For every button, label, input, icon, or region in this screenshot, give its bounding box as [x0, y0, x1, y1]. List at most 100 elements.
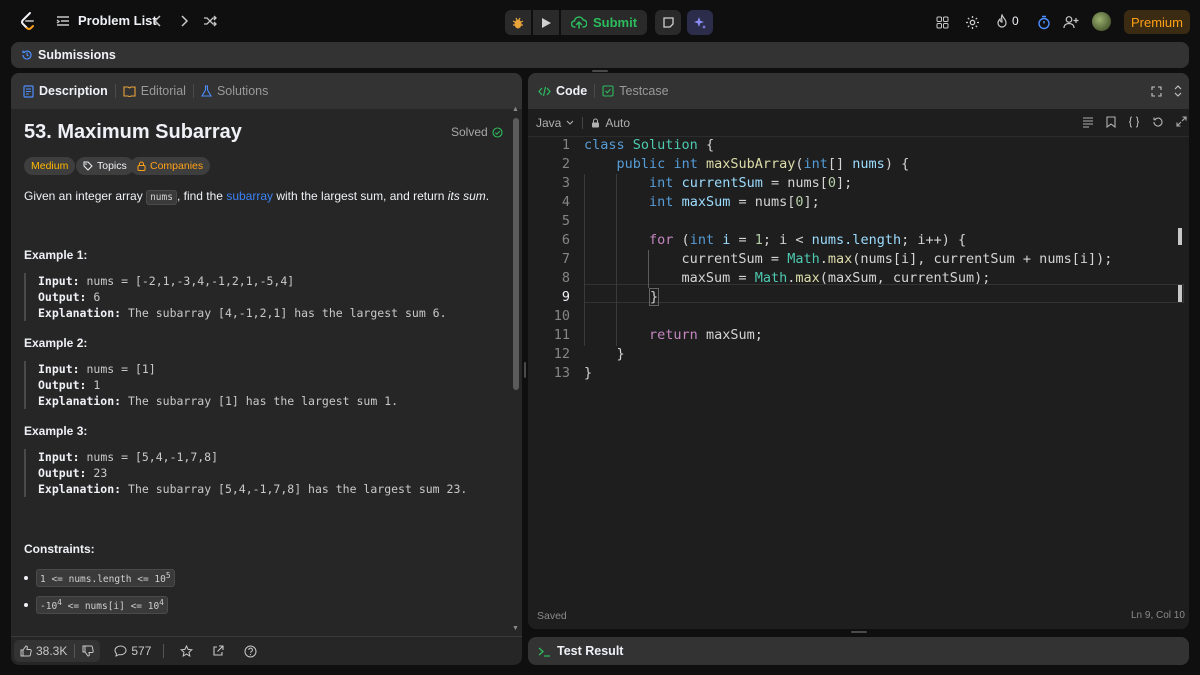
run-button[interactable] [533, 10, 559, 35]
streak-counter[interactable]: 0 [996, 14, 1019, 28]
line-number: 7 [561, 251, 570, 267]
tab-testcase[interactable]: Testcase [602, 84, 669, 98]
tab-divider [114, 84, 116, 98]
code-line: 3 int currentSum = nums[0]; [530, 174, 1180, 193]
panel-menu-button[interactable] [1172, 83, 1184, 99]
avatar[interactable] [1092, 12, 1111, 31]
ai-assist-button[interactable] [687, 10, 714, 35]
likes-count: 38.3K [36, 644, 68, 658]
premium-button[interactable]: Premium [1124, 10, 1190, 34]
flame-icon [997, 14, 1007, 28]
note-icon [662, 17, 674, 28]
timer-button[interactable] [1036, 14, 1052, 30]
bullet [24, 603, 28, 608]
stopwatch-icon [1038, 15, 1050, 29]
language-select[interactable]: Java [536, 116, 574, 130]
submissions-bar[interactable]: Submissions [11, 42, 1189, 68]
favorite-button[interactable] [176, 644, 196, 658]
tab-code[interactable]: Code [538, 84, 587, 98]
code-editor[interactable]: 1 class Solution { 2 public int maxSubArr… [530, 136, 1190, 596]
example-heading: Example 3: [24, 424, 88, 438]
leetcode-logo[interactable] [18, 11, 38, 31]
problem-list-button[interactable]: Problem List [56, 13, 157, 28]
inline-code: nums [146, 190, 177, 205]
line-number: 2 [561, 156, 570, 172]
layout-button[interactable] [934, 14, 950, 30]
reset-icon[interactable] [1152, 116, 1164, 128]
topics-tag[interactable]: Topics [76, 157, 134, 175]
code-line: 1 class Solution { [530, 136, 1180, 155]
scroll-down-arrow[interactable]: ▼ [512, 625, 519, 632]
code-icon [538, 86, 551, 96]
code-line: 4 int maxSum = nums[0]; [530, 193, 1180, 212]
cursor-position: Ln 9, Col 10 [1131, 610, 1185, 621]
next-problem-button[interactable] [176, 13, 192, 29]
comments-button[interactable]: 577 [114, 644, 151, 658]
thumbs-down-icon[interactable] [82, 645, 95, 657]
streak-count: 0 [1012, 14, 1019, 28]
line-number: 3 [561, 175, 570, 191]
vertical-resize-handle[interactable] [851, 631, 867, 633]
horizontal-resize-handle[interactable] [524, 362, 526, 378]
chevron-left-icon [153, 15, 161, 27]
gear-icon [965, 15, 979, 29]
constraint-text: <= nums[i] <= 10 [61, 601, 160, 613]
vertical-resize-handle[interactable] [592, 70, 608, 72]
scroll-up-arrow[interactable]: ▲ [512, 106, 519, 113]
tab-solutions[interactable]: Solutions [200, 84, 268, 98]
bullet [24, 576, 28, 581]
companies-tag[interactable]: Companies [130, 157, 211, 175]
run-submit-group: Submit [505, 10, 714, 35]
output-label: Output: [38, 290, 87, 304]
tab-editorial-label: Editorial [140, 84, 186, 98]
difficulty-badge[interactable]: Medium [24, 157, 76, 175]
help-button[interactable] [240, 645, 260, 658]
braces-icon[interactable] [1128, 116, 1140, 128]
auto-mode[interactable]: Auto [591, 116, 630, 130]
tab-description[interactable]: Description [23, 84, 108, 98]
layout-icon [936, 16, 948, 28]
description-scrollbar[interactable] [513, 118, 519, 390]
scroll-marker [1178, 228, 1182, 245]
output-label: Output: [38, 378, 87, 392]
history-icon [22, 50, 32, 60]
tab-editorial[interactable]: Editorial [123, 84, 186, 98]
input-label: Input: [38, 362, 80, 376]
submit-button[interactable]: Submit [561, 10, 648, 35]
divider [74, 644, 76, 658]
notes-button[interactable] [655, 10, 682, 35]
subarray-link[interactable]: subarray [226, 189, 273, 203]
tab-testcase-label: Testcase [619, 84, 669, 98]
code-text: int currentSum = nums[0]; [649, 175, 853, 191]
share-button[interactable] [208, 645, 228, 657]
maximize-icon [1150, 85, 1162, 97]
format-icon[interactable] [1082, 116, 1094, 128]
previous-problem-button[interactable] [150, 13, 166, 29]
thumbs-up-icon [20, 645, 32, 657]
random-problem-button[interactable] [202, 13, 218, 29]
example-input: nums = [5,4,-1,7,8] [86, 450, 219, 464]
check-circle-icon [492, 126, 503, 138]
divider [11, 636, 522, 637]
terminal-icon [538, 647, 550, 657]
chevron-down-icon [566, 120, 574, 125]
description-tabs: Description Editorial Solutions [11, 73, 522, 109]
topics-label: Topics [97, 160, 127, 172]
constraint-text: 1 <= nums.length <= 10 [40, 574, 166, 586]
code-line: 6 for (int i = 1; i < nums.length; i++) … [530, 231, 1180, 250]
example-heading: Example 2: [24, 336, 88, 350]
expand-icon[interactable] [1176, 116, 1187, 127]
explanation-label: Explanation: [38, 482, 122, 496]
debug-button[interactable] [505, 10, 531, 35]
line-number: 1 [561, 137, 570, 153]
bug-icon [512, 17, 524, 28]
like-button[interactable]: 38.3K [14, 640, 101, 662]
maximize-button[interactable] [1148, 83, 1164, 99]
example-explanation: The subarray [4,-1,2,1] has the largest … [128, 306, 447, 320]
settings-button[interactable] [964, 14, 980, 30]
line-number: 6 [561, 232, 570, 248]
bookmark-icon[interactable] [1106, 116, 1116, 128]
indent-guide [616, 174, 617, 346]
test-result-bar[interactable]: Test Result [528, 637, 1189, 665]
invite-button[interactable] [1062, 14, 1080, 30]
